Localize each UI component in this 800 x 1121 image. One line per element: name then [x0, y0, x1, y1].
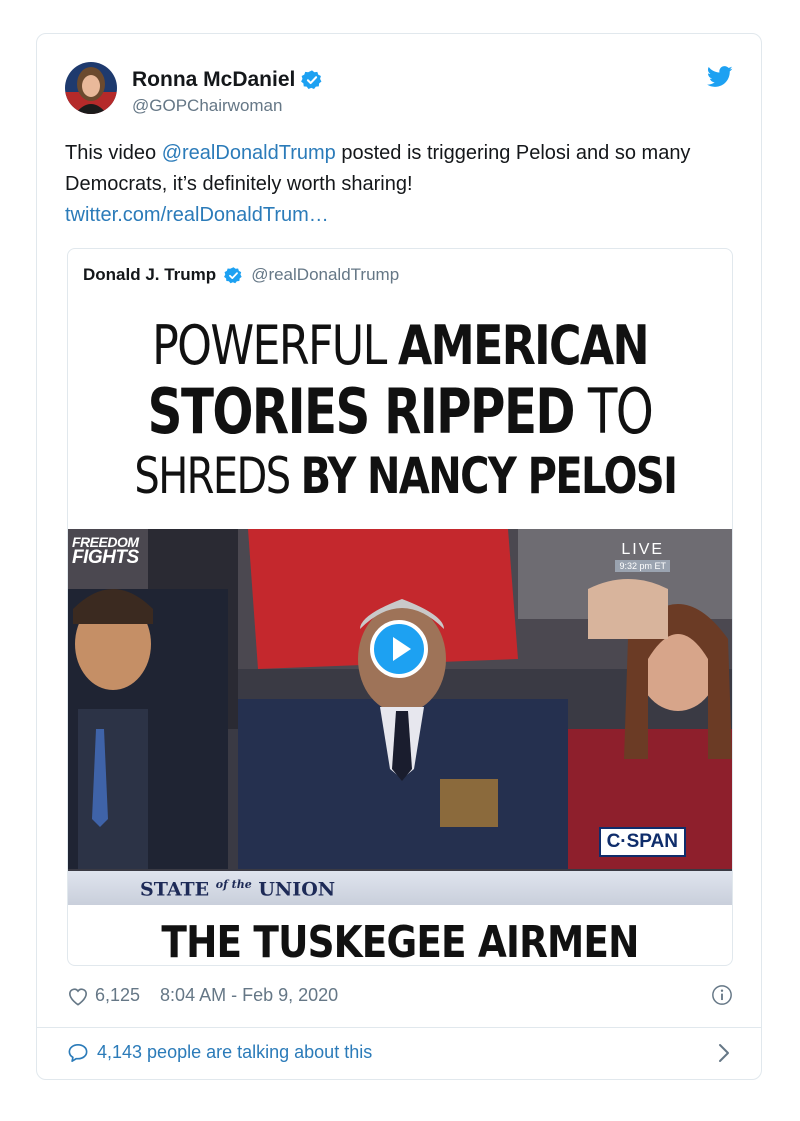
state-of-union-label: STATE of the UNION — [140, 878, 335, 900]
heart-icon[interactable] — [67, 986, 89, 1006]
freedom-fights-logo: FREEDOM FIGHTS — [72, 535, 139, 568]
sotu-union: UNION — [251, 878, 336, 901]
video-title-line-2: STORIES RIPPED TO — [141, 381, 659, 443]
video-title-l1-thin: POWERFUL — [152, 314, 399, 377]
video-title-l3-heavy: BY NANCY PELOSI — [300, 447, 678, 505]
avatar[interactable] — [65, 62, 117, 114]
tweet-card[interactable]: Ronna McDaniel @GOPChairwoman This video… — [36, 33, 762, 1080]
cspan-logo: C·SPAN — [598, 827, 686, 857]
talking-count[interactable]: 4,143 people are talking about this — [97, 1042, 372, 1063]
conversation-link[interactable]: 4,143 people are talking about this — [67, 1042, 372, 1063]
video-title-l1-heavy: AMERICAN — [398, 314, 650, 377]
live-time: 9:32 pm ET — [615, 560, 670, 572]
quoted-tweet[interactable]: Donald J. Trump @realDonaldTrump POWERFU… — [67, 248, 733, 966]
author-handle[interactable]: @GOPChairwoman — [132, 96, 282, 116]
video-title-l2-heavy: STORIES RIPPED — [147, 375, 576, 448]
tweet-text: This video @realDonaldTrump posted is tr… — [65, 138, 725, 231]
video-caption: THE TUSKEGEE AIRMEN — [161, 917, 639, 966]
chevron-right-icon[interactable] — [717, 1042, 731, 1064]
live-badge: LIVE 9:32 pm ET — [615, 541, 670, 572]
author-name[interactable]: Ronna McDaniel — [132, 68, 323, 92]
play-icon — [392, 637, 411, 661]
video-title-l3-thin: SHREDS — [134, 447, 301, 505]
divider — [37, 1027, 761, 1028]
video-player[interactable]: FREEDOM FIGHTS LIVE 9:32 pm ET C·SPAN ST… — [68, 529, 732, 905]
video-title-line-3: SHREDS BY NANCY PELOSI — [134, 451, 678, 501]
tweet-link[interactable]: twitter.com/realDonaldTrum… — [65, 204, 329, 226]
sotu-of: of the — [215, 878, 252, 891]
avatar-image — [65, 62, 117, 114]
like-count[interactable]: 6,125 — [95, 985, 140, 1006]
verified-badge-icon — [301, 70, 322, 89]
state-of-union-bar: STATE of the UNION — [68, 871, 732, 905]
mention-link[interactable]: @realDonaldTrump — [162, 142, 336, 164]
info-icon[interactable] — [711, 984, 733, 1006]
sotu-state: STATE — [140, 878, 216, 901]
play-button[interactable] — [370, 620, 428, 678]
quoted-author-handle[interactable]: @realDonaldTrump — [251, 265, 399, 285]
video-title-l2-thin: TO — [574, 375, 654, 448]
author-name-text[interactable]: Ronna McDaniel — [132, 68, 295, 92]
logo-line-2: FIGHTS — [72, 547, 139, 568]
quoted-tweet-header[interactable]: Donald J. Trump @realDonaldTrump — [83, 265, 399, 285]
tweet-timestamp[interactable]: 8:04 AM - Feb 9, 2020 — [160, 985, 338, 1006]
tweet-meta: 6,125 8:04 AM - Feb 9, 2020 — [67, 985, 338, 1006]
quoted-author-name[interactable]: Donald J. Trump — [83, 265, 216, 285]
live-label: LIVE — [621, 541, 665, 558]
verified-badge-icon — [224, 266, 242, 283]
video-title: POWERFUL AMERICAN STORIES RIPPED TO SHRE… — [68, 313, 732, 502]
twitter-bird-icon[interactable] — [707, 66, 733, 88]
speech-bubble-icon — [68, 1043, 88, 1062]
video-title-line-1: POWERFUL AMERICAN — [128, 319, 672, 373]
tweet-text-before: This video — [65, 142, 162, 164]
